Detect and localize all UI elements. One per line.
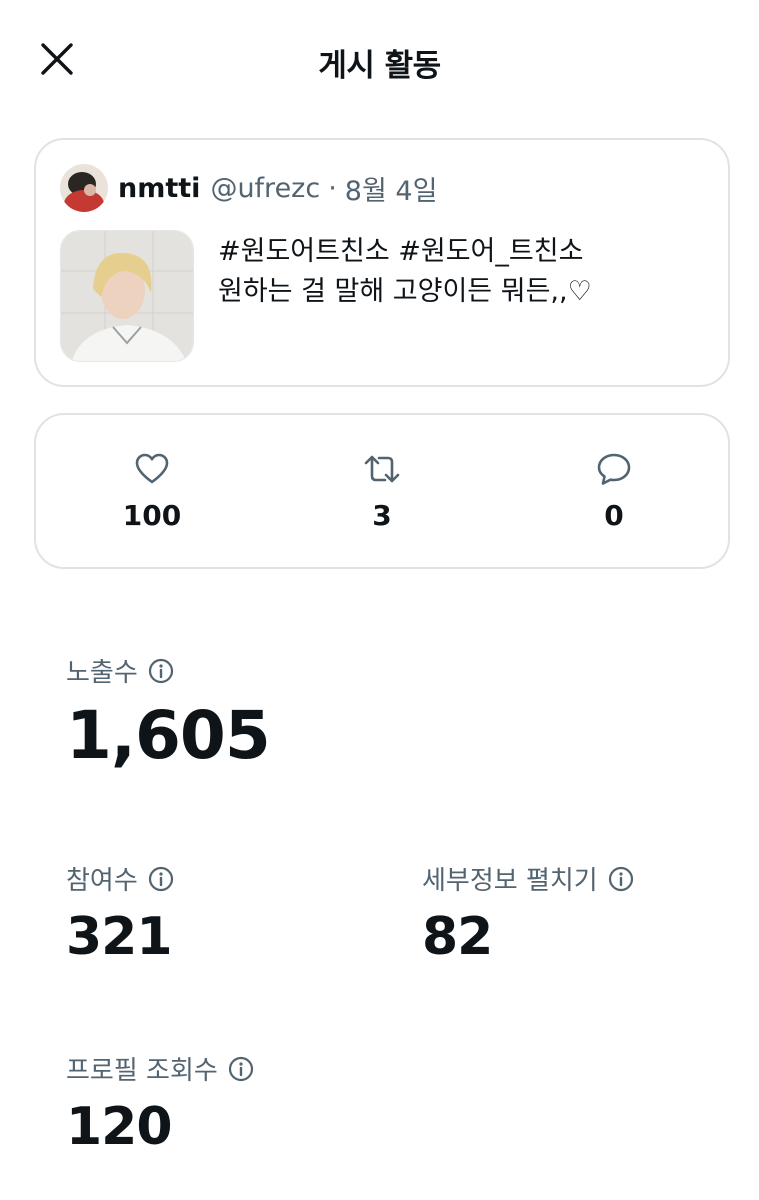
reposts-count: 3: [372, 499, 392, 532]
author-handle: @ufrezc: [210, 172, 321, 204]
author-name[interactable]: nmtti: [118, 173, 200, 204]
replies-metric[interactable]: 0: [534, 449, 694, 532]
separator-dot: ·: [328, 172, 337, 204]
engagement-metrics-card: 100 3 0: [34, 413, 730, 569]
heart-icon: [72, 449, 232, 489]
post-text-line-1: #원도어트친소 #원도어_트친소: [218, 236, 584, 267]
post-card[interactable]: nmtti @ufrezc · 8월 4일 #원도어트친소 #원도어_트친소 원…: [34, 138, 730, 387]
replies-count: 0: [604, 499, 624, 532]
info-icon[interactable]: [608, 866, 634, 892]
engagements-value: 321: [66, 907, 173, 967]
avatar[interactable]: [60, 164, 108, 212]
profile-visits-value: 120: [66, 1097, 173, 1157]
engagements-stat: 참여수 321: [66, 860, 174, 967]
impressions-stat: 노출수 1,605: [66, 652, 271, 774]
likes-metric[interactable]: 100: [72, 449, 232, 532]
detail-expands-stat: 세부정보 펼치기 82: [422, 860, 634, 967]
engagements-label: 참여수: [66, 866, 138, 896]
post-author-row: nmtti @ufrezc · 8월 4일: [60, 162, 437, 214]
info-icon[interactable]: [148, 658, 174, 684]
impressions-value: 1,605: [66, 697, 271, 774]
page-title: 게시 활동: [318, 48, 441, 84]
post-date: 8월 4일: [344, 175, 438, 207]
detail-expands-value: 82: [422, 907, 493, 967]
info-icon[interactable]: [228, 1056, 254, 1082]
post-text-line-2: 원하는 걸 말해 고양이든 뭐든,,♡: [218, 276, 592, 307]
profile-visits-stat: 프로필 조회수 120: [66, 1050, 254, 1157]
profile-visits-label: 프로필 조회수: [66, 1056, 218, 1086]
impressions-label: 노출수: [66, 658, 138, 688]
post-text: #원도어트친소 #원도어_트친소 원하는 걸 말해 고양이든 뭐든,,♡: [218, 232, 708, 312]
reposts-metric[interactable]: 3: [302, 449, 462, 532]
likes-count: 100: [122, 499, 182, 532]
reply-icon: [534, 449, 694, 489]
header: 게시 활동: [0, 0, 759, 120]
repost-icon: [302, 449, 462, 489]
info-icon[interactable]: [148, 866, 174, 892]
post-image-thumbnail[interactable]: [60, 230, 194, 362]
detail-expands-label: 세부정보 펼치기: [422, 866, 598, 896]
